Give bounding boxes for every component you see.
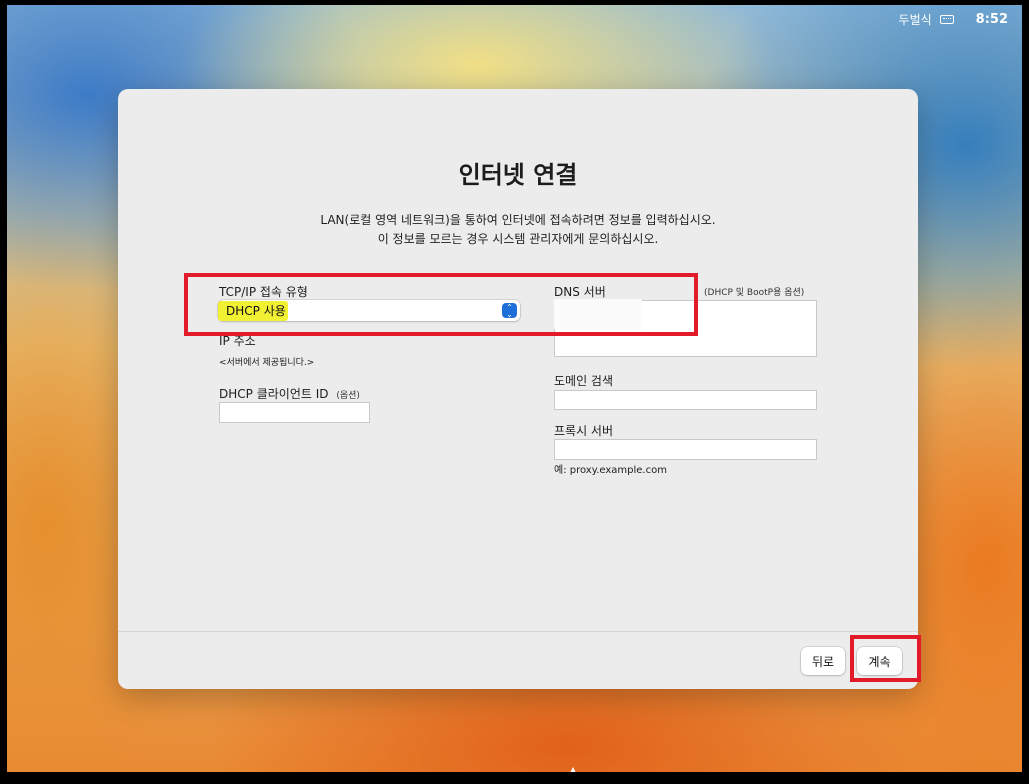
chevron-updown-icon: ⌃ ⌄ <box>502 303 517 318</box>
dhcp-client-id-label-text: DHCP 클라이언트 ID <box>219 387 329 401</box>
tcpip-label: TCP/IP 접속 유형 <box>219 285 308 299</box>
dns-redacted-area <box>554 299 642 329</box>
input-source-label[interactable]: 두벌식 <box>899 11 932 28</box>
page-description: LAN(로컬 영역 네트워크)을 통하여 인터넷에 접속하려면 정보를 입력하십… <box>118 211 918 249</box>
back-button[interactable]: 뒤로 <box>801 647 845 675</box>
desktop: 두벌식 8:52 인터넷 연결 LAN(로컬 영역 네트워크)을 통하여 인터넷… <box>7 5 1022 772</box>
mouse-pointer-icon <box>570 767 576 772</box>
continue-button[interactable]: 계속 <box>857 647 902 675</box>
proxy-server-input[interactable] <box>554 439 817 460</box>
dhcp-client-id-input[interactable] <box>219 402 370 423</box>
description-line-1: LAN(로컬 영역 네트워크)을 통하여 인터넷에 접속하려면 정보를 입력하십… <box>320 213 716 227</box>
tcpip-selected-value: DHCP 사용 <box>218 300 288 321</box>
domain-search-input[interactable] <box>554 390 817 410</box>
domain-search-label: 도메인 검색 <box>554 374 614 388</box>
dns-server-note: (DHCP 및 BootP용 옵션) <box>704 288 805 298</box>
dhcp-client-id-optional: (옵션) <box>336 391 360 401</box>
ip-address-value: <서버에서 제공됩니다.> <box>219 358 315 368</box>
tcpip-type-select[interactable]: DHCP 사용 ⌃ ⌄ <box>218 300 520 321</box>
setup-window: 인터넷 연결 LAN(로컬 영역 네트워크)을 통하여 인터넷에 접속하려면 정… <box>118 89 918 689</box>
dhcp-client-id-label: DHCP 클라이언트 ID (옵션) <box>219 385 360 402</box>
footer-divider <box>118 631 918 632</box>
page-title: 인터넷 연결 <box>458 161 578 189</box>
proxy-server-label: 프록시 서버 <box>554 424 614 438</box>
ip-address-label: IP 주소 <box>219 334 256 348</box>
proxy-example: 예: proxy.example.com <box>554 465 667 476</box>
clock: 8:52 <box>975 11 1008 27</box>
dns-server-label: DNS 서버 <box>554 285 606 299</box>
keyboard-icon[interactable] <box>939 14 954 24</box>
description-line-2: 이 정보를 모르는 경우 시스템 관리자에게 문의하십시오. <box>377 232 659 246</box>
menu-bar: 두벌식 8:52 <box>899 5 1022 33</box>
